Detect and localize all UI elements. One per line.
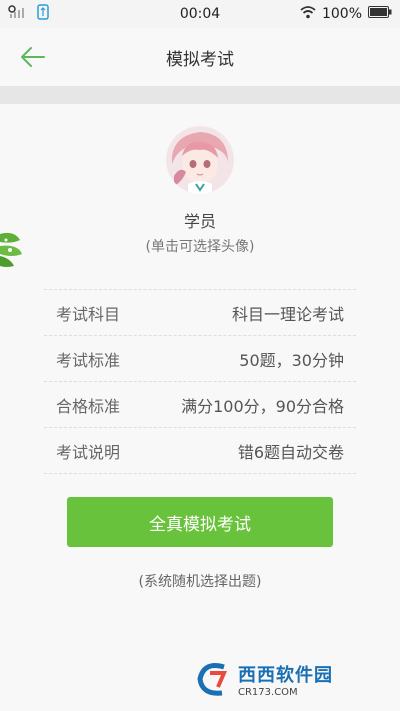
random-questions-note: (系统随机选择出题) — [138, 574, 262, 590]
divider-band — [0, 86, 400, 104]
header: 模拟考试 — [0, 28, 400, 86]
status-time: 00:04 — [179, 6, 221, 22]
exam-info-table: 考试科目 科目一理论考试 考试标准 50题，30分钟 合格标准 满分100分，9… — [44, 289, 356, 474]
main-content: 学员 (单击可选择头像) 考试科目 科目一理论考试 考试标准 50题，30分钟 … — [0, 104, 400, 711]
status-bar: 00:04 100% — [0, 0, 400, 28]
wifi-icon — [300, 5, 316, 23]
signal-icon — [8, 5, 30, 23]
start-exam-button[interactable]: 全真模拟考试 — [67, 497, 333, 547]
status-right: 100% — [300, 5, 392, 23]
watermark-text-group: 西西软件园 CR173.COM — [238, 661, 333, 698]
info-label: 考试标准 — [56, 350, 121, 370]
back-arrow-icon — [21, 47, 45, 67]
info-row-pass-standard: 合格标准 满分100分，90分合格 — [44, 382, 356, 428]
watermark-icon — [197, 663, 228, 696]
battery-percent: 100% — [321, 6, 362, 22]
usb-icon — [36, 4, 50, 24]
watermark-logo: 西西软件园 CR173.COM — [194, 655, 386, 703]
info-value: 科目一理论考试 — [231, 304, 344, 324]
watermark-sub: CR173.COM — [238, 686, 298, 698]
info-row-subject: 考试科目 科目一理论考试 — [44, 290, 356, 336]
watermark-title: 西西软件园 — [238, 664, 333, 686]
info-value: 满分100分，90分合格 — [181, 396, 344, 416]
battery-icon — [368, 6, 392, 22]
info-row-description: 考试说明 错6题自动交卷 — [44, 428, 356, 474]
page-title: 模拟考试 — [166, 49, 234, 70]
info-value: 错6题自动交卷 — [237, 442, 344, 462]
info-value: 50题，30分钟 — [239, 350, 344, 370]
info-label: 考试说明 — [56, 442, 121, 462]
avatar-hint: (单击可选择头像) — [145, 239, 255, 255]
info-label: 考试科目 — [56, 304, 121, 324]
avatar-image — [166, 126, 234, 194]
info-label: 合格标准 — [56, 396, 121, 416]
user-name: 学员 — [183, 212, 216, 231]
status-left — [8, 4, 50, 24]
info-row-standard: 考试标准 50题，30分钟 — [44, 336, 356, 382]
avatar[interactable] — [166, 126, 234, 194]
back-button[interactable] — [18, 42, 48, 72]
